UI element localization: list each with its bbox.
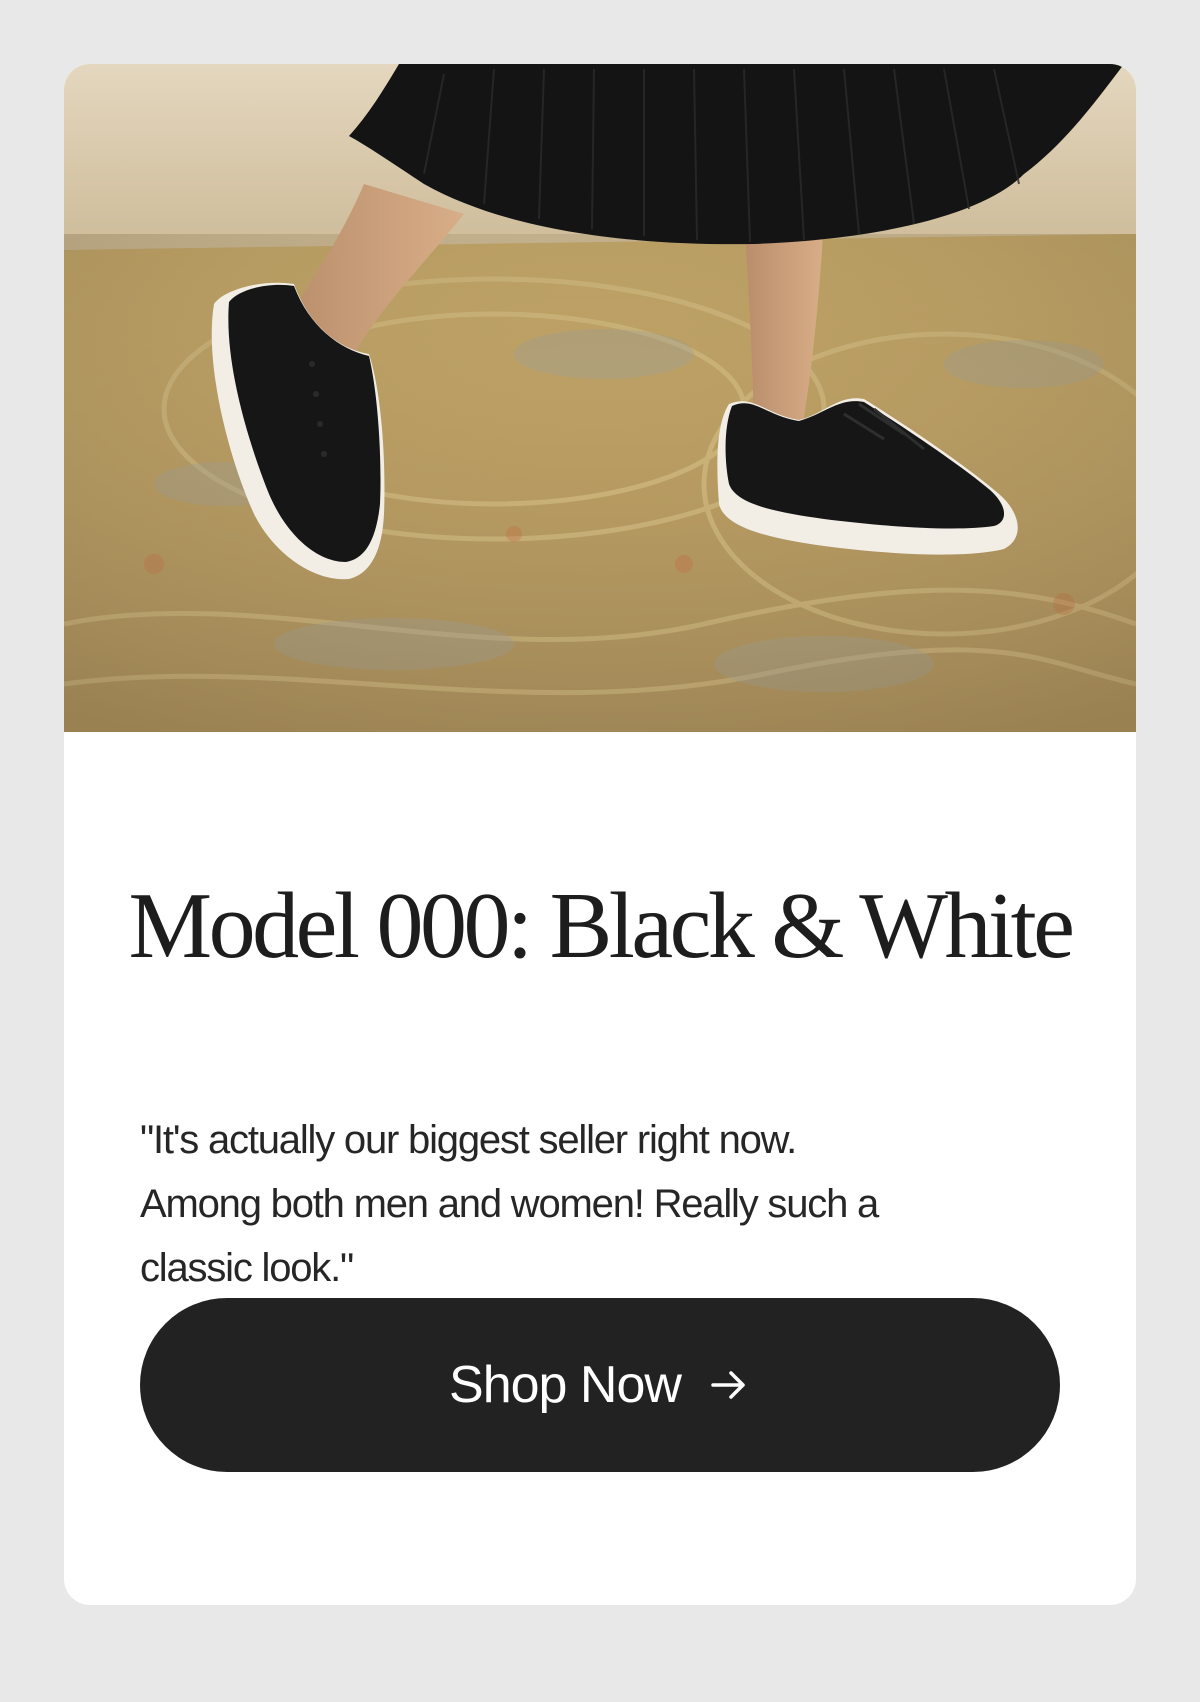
quote-line: Among both men and women! Really such a <box>140 1182 879 1226</box>
quote-line: classic look." <box>140 1246 354 1290</box>
product-photo <box>64 64 1136 732</box>
product-quote: "It's actually our biggest seller right … <box>140 1108 970 1300</box>
shop-now-button[interactable]: Shop Now <box>140 1298 1060 1472</box>
quote-line: "It's actually our biggest seller right … <box>140 1118 797 1162</box>
arrow-right-icon <box>707 1363 751 1407</box>
product-title: Model 000: Black & White <box>128 874 1075 978</box>
product-card: Model 000: Black & White "It's actually … <box>64 64 1136 1605</box>
shop-now-label: Shop Now <box>449 1356 682 1414</box>
